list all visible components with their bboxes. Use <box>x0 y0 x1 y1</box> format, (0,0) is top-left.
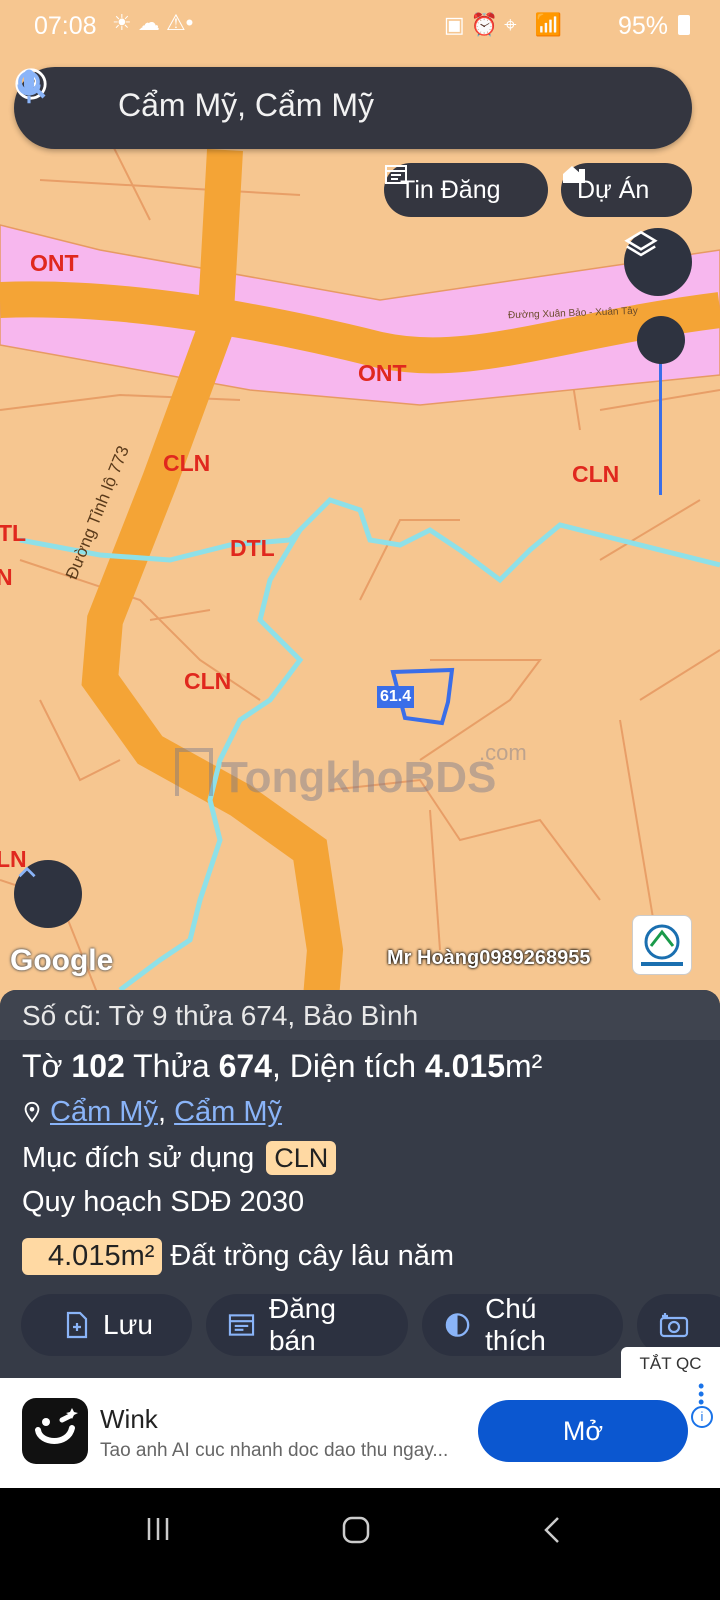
plan-area-badge: 4.015m² <box>22 1238 163 1275</box>
watermark: TongkhoBDS .com <box>175 740 527 803</box>
ad-banner[interactable]: Wink Tao anh AI cuc nhanh doc dao thu ng… <box>0 1377 720 1488</box>
back-icon[interactable] <box>540 1514 564 1546</box>
parcel-number: 674 <box>218 1048 272 1084</box>
ad-menu-icon[interactable]: • • • <box>698 1377 704 1411</box>
google-logo: Google <box>10 944 114 977</box>
expand-up-button[interactable] <box>14 860 82 928</box>
search-bar[interactable]: Cẩm Mỹ, Cẩm Mỹ <box>14 67 692 149</box>
area-value: 4.015 <box>424 1048 505 1084</box>
location-line: Cẩm Mỹ, Cẩm Mỹ <box>22 1096 282 1129</box>
search-input[interactable]: Cẩm Mỹ, Cẩm Mỹ <box>118 87 374 124</box>
zone-label: DTL <box>230 535 275 561</box>
close-ads-button[interactable]: TẮT QC <box>621 1347 720 1380</box>
microphone-icon[interactable] <box>14 67 44 107</box>
ad-subtitle: Tao anh AI cuc nhanh doc dao thu ngay... <box>100 1440 449 1461</box>
agent-contact: Mr Hoàng0989268955 <box>387 947 591 969</box>
home-icon[interactable] <box>340 1514 372 1546</box>
projects-chip[interactable]: Dự Án <box>561 163 692 217</box>
add-file-icon <box>66 1311 88 1339</box>
brand-logo <box>632 915 692 975</box>
layers-button[interactable] <box>624 228 692 296</box>
usage-purpose: Mục đích sử dụng CLN <box>22 1141 337 1175</box>
zone-label: CLN <box>184 668 232 694</box>
building-icon <box>175 748 213 796</box>
old-info-text: Số cũ: Tờ 9 thửa 674, Bảo Bình <box>22 1000 419 1031</box>
wink-app-icon <box>22 1398 88 1464</box>
legend-button[interactable]: Chú thích <box>422 1293 623 1356</box>
layers-icon <box>624 230 658 257</box>
recent-apps-icon[interactable] <box>143 1514 173 1544</box>
battery-level: 95% <box>617 12 668 40</box>
house-icon <box>563 166 585 183</box>
plan-title: Quy hoạch SDĐ 2030 <box>22 1186 305 1218</box>
system-nav-bar <box>0 1488 720 1600</box>
parcel-label[interactable]: 61.4 <box>377 686 415 708</box>
zone-label: N <box>0 564 13 590</box>
parcel-summary: Tờ 102 Thửa 674, Diện tích 4.015m² <box>22 1048 543 1084</box>
ad-open-button[interactable]: Mở <box>478 1400 688 1462</box>
opacity-slider-track[interactable] <box>659 345 662 495</box>
plan-land-type: Đất trồng cây lâu năm <box>170 1240 455 1272</box>
battery-icon <box>678 15 690 35</box>
post-sale-button[interactable]: Đăng bán <box>206 1293 408 1356</box>
camera-add-icon <box>659 1313 689 1338</box>
plan-area-row: 4.015m² Đất trồng cây lâu năm <box>22 1238 454 1275</box>
parcel-info-panel: Số cũ: Tờ 9 thửa 674, Bảo Bình Tờ 102 Th… <box>0 990 720 1378</box>
zone-label: CLN <box>163 450 211 476</box>
ad-info-icon[interactable]: i <box>691 1406 713 1428</box>
location-link-commune[interactable]: Cẩm Mỹ <box>50 1096 158 1128</box>
sheet-number: 102 <box>71 1048 125 1084</box>
ad-app-name: Wink <box>100 1404 158 1434</box>
save-button[interactable]: Lưu <box>21 1294 192 1356</box>
map-view[interactable]: ONT ONT CLN CLN DTL CLN TL N LN Đường Xu… <box>0 0 720 1010</box>
calendar-list-icon <box>228 1314 255 1336</box>
location-link-district[interactable]: Cẩm Mỹ <box>174 1096 282 1128</box>
zone-label: CLN <box>572 461 620 487</box>
zone-label: ONT <box>358 360 407 386</box>
status-right-icons: ▣⏰⌖ 📶 <box>443 12 568 37</box>
listings-chip[interactable]: Tin Đăng <box>384 163 548 217</box>
zone-label: TL <box>0 520 27 546</box>
zone-label: ONT <box>30 250 79 276</box>
status-bar: 07:08 ☀ ☁ ⚠• ▣⏰⌖ 📶 95% <box>0 0 720 50</box>
clock: 07:08 <box>34 12 97 40</box>
calendar-icon <box>385 165 407 184</box>
chevron-up-icon <box>18 866 36 878</box>
location-pin-icon <box>24 1101 40 1123</box>
purpose-badge: CLN <box>266 1141 337 1175</box>
opacity-slider-handle[interactable] <box>637 316 685 364</box>
status-left-icons: ☀ ☁ ⚠• <box>112 10 194 35</box>
contrast-icon <box>445 1313 470 1337</box>
